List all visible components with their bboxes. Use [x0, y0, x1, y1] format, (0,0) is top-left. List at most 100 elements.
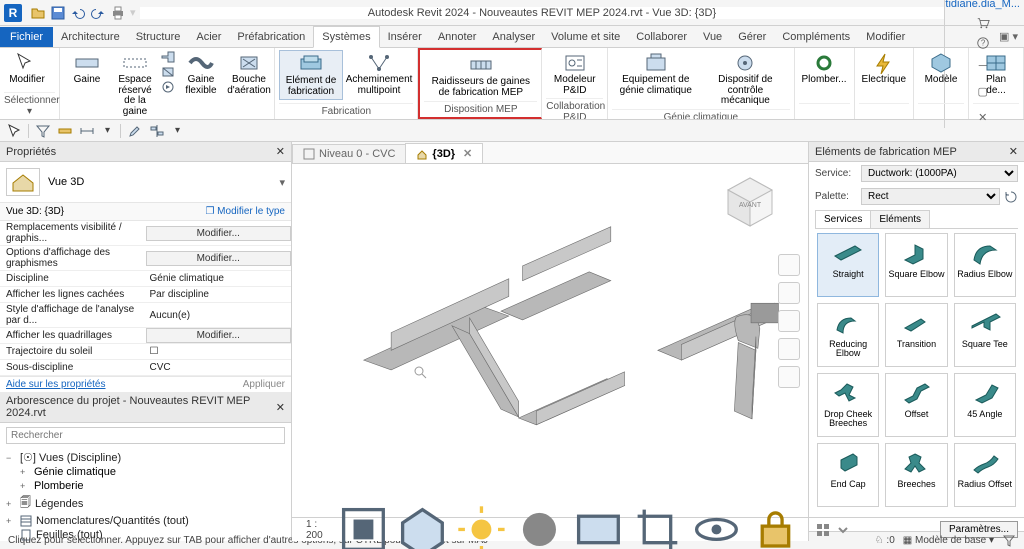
close-icon[interactable]: ✕: [1009, 145, 1018, 158]
render-icon[interactable]: [572, 503, 625, 549]
part-radius-elbow[interactable]: Radius Elbow: [954, 233, 1016, 297]
dispositif-button[interactable]: Dispositif de contrôle mécanique: [701, 50, 789, 109]
raidisseurs-button[interactable]: Raidisseurs de gaines de fabrication MEP: [424, 52, 537, 100]
tab-annoter[interactable]: Annoter: [430, 27, 485, 47]
tree-plomberie[interactable]: +Plomberie: [0, 479, 291, 493]
crop-icon[interactable]: [631, 503, 684, 549]
element-fabrication-button[interactable]: Elément de fabrication: [279, 50, 343, 100]
modify-button[interactable]: Modifier: [4, 50, 50, 88]
panel-pid[interactable]: Collaboration P&ID: [546, 98, 603, 120]
tab-collab[interactable]: Collaborer: [628, 27, 695, 47]
cart-icon[interactable]: [976, 16, 990, 30]
tab-inserer[interactable]: Insérer: [380, 27, 430, 47]
part-transition[interactable]: Transition: [885, 303, 947, 367]
part-reducing-elbow[interactable]: Reducing Elbow: [817, 303, 879, 367]
nav-look-button[interactable]: [778, 366, 800, 388]
type-selector[interactable]: Vue 3D: [48, 176, 271, 188]
nav-wheel-button[interactable]: [778, 254, 800, 276]
part-breeches[interactable]: Breeches: [885, 443, 947, 507]
visual-style-icon[interactable]: [396, 503, 449, 549]
select-icon[interactable]: [6, 123, 22, 139]
close-icon[interactable]: ✕: [276, 401, 285, 414]
convert-icon[interactable]: [160, 80, 176, 94]
tree-genie[interactable]: +Génie climatique: [0, 465, 291, 479]
shadows-icon[interactable]: [513, 503, 566, 549]
prop-hidden-lines[interactable]: Par discipline: [146, 288, 292, 301]
panel-fabrication[interactable]: Fabrication: [279, 103, 413, 119]
close-tab-icon[interactable]: ✕: [463, 147, 472, 160]
part-square-elbow[interactable]: Square Elbow: [885, 233, 947, 297]
part-end-cap[interactable]: End Cap: [817, 443, 879, 507]
espace-reserve-button[interactable]: Espace réservé de la gaine: [112, 50, 158, 119]
undo-icon[interactable]: [70, 5, 86, 21]
nav-orbit-button[interactable]: [778, 338, 800, 360]
gaine-flexible-button[interactable]: Gaine flexible: [178, 50, 224, 98]
part-offset[interactable]: Offset: [885, 373, 947, 437]
tab-analyser[interactable]: Analyser: [484, 27, 543, 47]
equipement-button[interactable]: Equipement de génie climatique: [612, 50, 699, 98]
dim-icon[interactable]: [79, 123, 95, 139]
apply-button[interactable]: Appliquer: [243, 379, 285, 390]
tab-systemes[interactable]: Systèmes: [313, 26, 379, 48]
gaine-button[interactable]: Gaine: [64, 50, 110, 88]
tab-acier[interactable]: Acier: [188, 27, 229, 47]
properties-header[interactable]: Propriétés✕: [0, 142, 291, 162]
file-menu[interactable]: Fichier: [0, 27, 53, 47]
tab-vue[interactable]: Vue: [695, 27, 730, 47]
tree-vues[interactable]: −[☉] Vues (Discipline): [0, 450, 291, 465]
open-icon[interactable]: [30, 5, 46, 21]
view-cube[interactable]: AVANT: [720, 172, 780, 232]
palette-select[interactable]: Rect: [861, 188, 1000, 205]
tab-structure[interactable]: Structure: [128, 27, 189, 47]
panel-disposition[interactable]: Disposition MEP: [424, 101, 537, 117]
view-tab-plan[interactable]: Niveau 0 - CVC: [292, 144, 406, 163]
print-icon[interactable]: [110, 5, 126, 21]
plan-button[interactable]: Plan de...: [973, 50, 1019, 98]
nav-zoom-button[interactable]: [778, 310, 800, 332]
filter-funnel-icon[interactable]: [1002, 534, 1016, 548]
view-tab-3d[interactable]: {3D}✕: [405, 143, 483, 163]
electrique-button[interactable]: Electrique: [859, 50, 909, 88]
plomberie-button[interactable]: Plomber...: [799, 50, 850, 88]
part-45-angle[interactable]: 45 Angle: [954, 373, 1016, 437]
part-radius-offset[interactable]: Radius Offset: [954, 443, 1016, 507]
filter-icon[interactable]: [35, 123, 51, 139]
tab-gerer[interactable]: Gérer: [730, 27, 774, 47]
close-icon[interactable]: ✕: [276, 145, 285, 158]
service-select[interactable]: Ductwork: (1000PA): [861, 165, 1018, 182]
user-name[interactable]: tidiane.dia_M...: [945, 0, 1020, 10]
part-straight[interactable]: Straight: [817, 233, 879, 297]
modeleur-pid-button[interactable]: Modeleur P&ID: [546, 50, 603, 98]
panel-genie[interactable]: Génie climatique: [612, 109, 789, 121]
tab-complements[interactable]: Compléments: [774, 27, 858, 47]
prop-grids-button[interactable]: Modifier...: [146, 328, 292, 343]
save-icon[interactable]: [50, 5, 66, 21]
scale-selector[interactable]: 1 : 200: [298, 517, 331, 543]
duct-fitting-icon[interactable]: [160, 50, 176, 64]
duct-accessory-icon[interactable]: [160, 65, 176, 79]
ribbon-collapse-icon[interactable]: ▣ ▾: [993, 26, 1024, 47]
part-drop-cheek[interactable]: Drop Cheek Breeches: [817, 373, 879, 437]
paint-icon[interactable]: [127, 123, 143, 139]
tab-prefab[interactable]: Préfabrication: [229, 27, 313, 47]
part-square-tee[interactable]: Square Tee: [954, 303, 1016, 367]
nav-pan-button[interactable]: [778, 282, 800, 304]
lock-icon[interactable]: [749, 503, 802, 549]
tab-architecture[interactable]: Architecture: [53, 27, 128, 47]
properties-help-link[interactable]: Aide sur les propriétés: [6, 379, 106, 390]
prop-visibility-button[interactable]: Modifier...: [146, 226, 292, 241]
redo-icon[interactable]: [90, 5, 106, 21]
prop-subdiscipline[interactable]: CVC: [146, 361, 292, 374]
browser-search-input[interactable]: [6, 427, 285, 444]
sun-icon[interactable]: [455, 503, 508, 549]
refresh-icon[interactable]: [1004, 190, 1018, 204]
detail-level-icon[interactable]: [337, 503, 390, 549]
model-base[interactable]: ▦ Modèle de base ▾: [903, 535, 994, 546]
viewport-3d[interactable]: AVANT: [292, 164, 808, 517]
prop-analysis[interactable]: Aucun(e): [146, 309, 292, 322]
edit-type-button[interactable]: ❐ Modifier le type: [205, 206, 285, 217]
gallery-view-icon[interactable]: [815, 522, 831, 538]
tab-elements[interactable]: Eléments: [870, 210, 930, 228]
tree-legendes[interactable]: +🗐 Légendes: [0, 493, 291, 514]
canvas-search-icon[interactable]: [412, 364, 428, 380]
